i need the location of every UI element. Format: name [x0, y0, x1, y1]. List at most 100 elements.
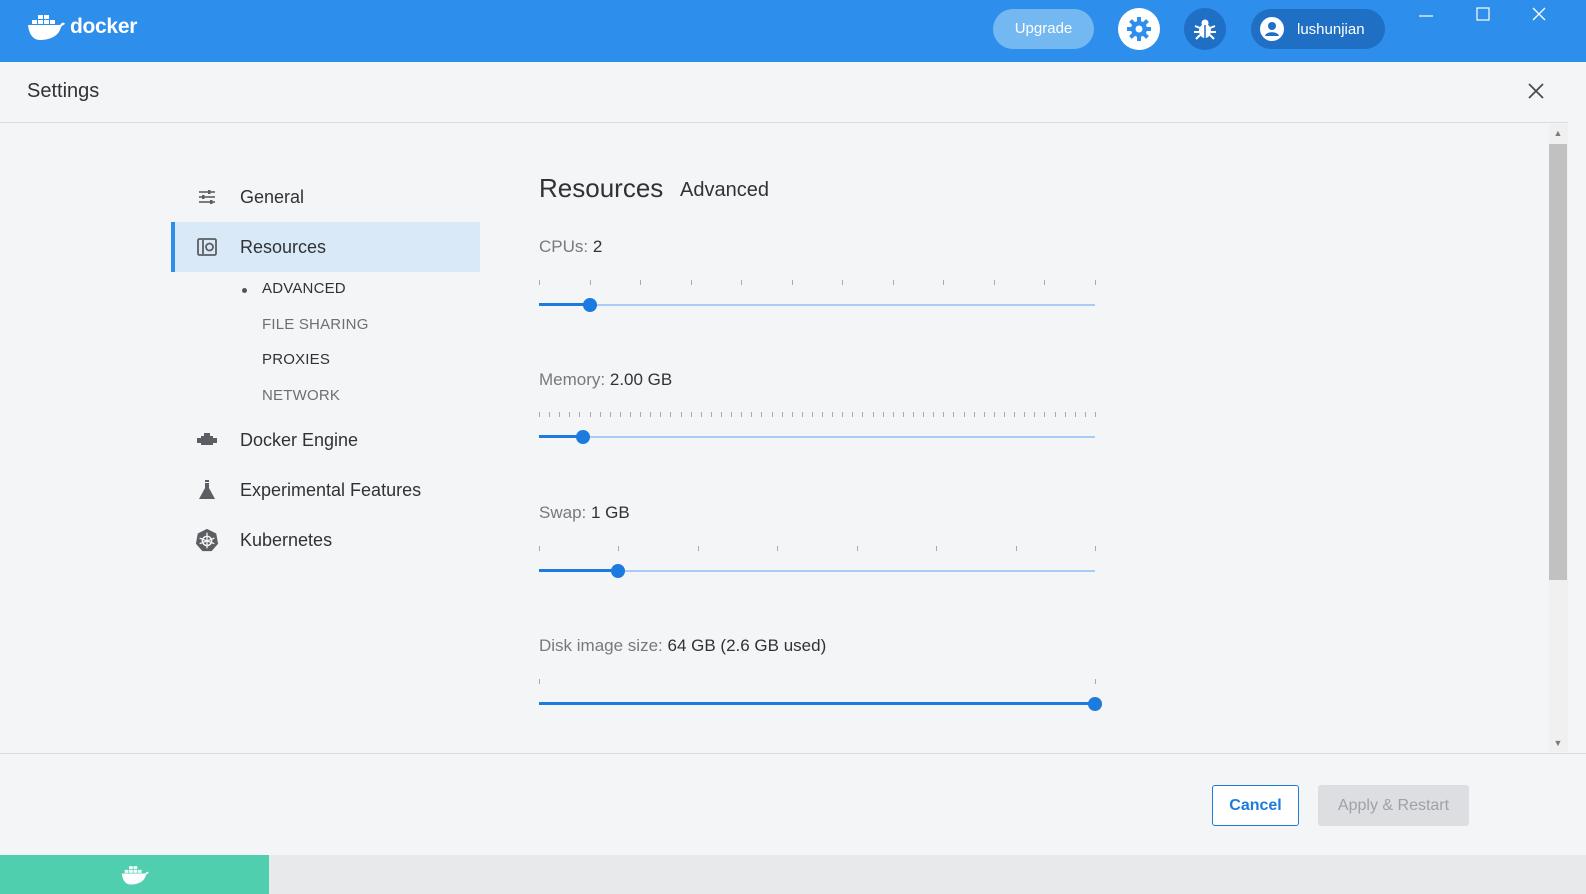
slider-tick — [650, 412, 652, 417]
settings-header: Settings — [0, 62, 1568, 123]
slider-tick — [1034, 412, 1036, 417]
slider-tick — [619, 412, 621, 417]
scrollbar-thumb[interactable] — [1549, 144, 1567, 580]
slider-tick — [832, 412, 834, 417]
swap-value: 1 GB — [590, 503, 630, 522]
slider-tick — [842, 412, 844, 417]
settings-close-button[interactable] — [1524, 79, 1548, 103]
slider-tick — [741, 280, 743, 285]
slider-tick — [993, 412, 995, 417]
slider-tick — [1024, 412, 1026, 417]
slider-tick — [856, 546, 858, 551]
slider-thumb[interactable] — [1088, 697, 1102, 711]
swap-slider[interactable] — [539, 546, 1096, 586]
sidebar-item-resources[interactable]: Resources — [171, 222, 480, 272]
cpus-slider[interactable] — [539, 280, 1096, 320]
slider-tick — [599, 412, 601, 417]
user-icon — [1260, 17, 1284, 41]
window-close-button[interactable] — [1525, 2, 1553, 26]
slider-tick — [670, 412, 672, 417]
scroll-up-arrow[interactable]: ▲ — [1553, 128, 1563, 138]
logo-text: docker — [70, 15, 138, 38]
page-title: Settings — [27, 80, 100, 102]
subnav-network[interactable]: NETWORK — [262, 387, 340, 404]
subnav-proxies[interactable]: PROXIES — [262, 351, 330, 368]
slider-tick — [660, 412, 662, 417]
bug-icon — [1194, 19, 1216, 40]
cpus-value: 2 — [592, 237, 603, 256]
slider-tick — [1095, 280, 1096, 285]
troubleshoot-button[interactable] — [1184, 8, 1226, 50]
slider-tick — [539, 280, 540, 285]
slider-tick — [862, 412, 864, 417]
minimize-icon — [1419, 15, 1433, 17]
slider-tick — [993, 280, 995, 285]
slider-tick — [1054, 412, 1056, 417]
resources-icon — [195, 235, 219, 259]
sidebar-item-general[interactable]: General — [171, 172, 480, 222]
subnav-file-sharing[interactable]: FILE SHARING — [262, 316, 369, 333]
slider-tick — [761, 412, 763, 417]
engine-icon — [195, 428, 219, 452]
apply-restart-button[interactable]: Apply & Restart — [1318, 785, 1469, 826]
slider-tick — [690, 412, 692, 417]
minimize-button[interactable] — [1412, 2, 1440, 26]
slider-tick — [1095, 412, 1096, 417]
subnav-advanced[interactable]: ADVANCED — [262, 280, 346, 297]
slider-tick — [771, 412, 773, 417]
active-bullet — [242, 288, 247, 293]
sidebar-item-label: Resources — [240, 236, 327, 257]
memory-value: 2.00 GB — [609, 370, 673, 389]
slider-tick — [751, 412, 753, 417]
account-button[interactable]: lushunjian — [1251, 9, 1385, 49]
whale-icon — [28, 15, 65, 40]
slider-tick — [741, 412, 743, 417]
memory-slider[interactable] — [539, 412, 1096, 452]
slider-fill — [539, 569, 619, 572]
sliders-icon — [195, 185, 219, 209]
docker-status-indicator[interactable] — [0, 855, 269, 894]
slider-tick — [811, 412, 813, 417]
cancel-button[interactable]: Cancel — [1212, 785, 1299, 826]
slider-thumb[interactable] — [576, 430, 591, 444]
slider-tick — [923, 412, 925, 417]
slider-tick — [697, 546, 699, 551]
slider-thumb[interactable] — [611, 564, 626, 578]
username-label: lushunjian — [1297, 20, 1365, 38]
docker-logo: docker — [26, 12, 137, 42]
slider-tick — [983, 412, 985, 417]
sidebar-item-experimental[interactable]: Experimental Features — [171, 465, 480, 515]
slider-tick — [791, 280, 793, 285]
slider-tick — [953, 412, 955, 417]
slider-tick — [569, 412, 571, 417]
sidebar-item-label: Experimental Features — [240, 479, 422, 500]
upgrade-button[interactable]: Upgrade — [993, 9, 1094, 49]
slider-fill — [539, 702, 1095, 705]
flask-icon — [195, 478, 219, 502]
maximize-button[interactable] — [1469, 2, 1497, 26]
slider-tick — [629, 412, 631, 417]
slider-tick — [1004, 412, 1006, 417]
maximize-icon — [1476, 7, 1490, 21]
slider-tick — [1044, 412, 1046, 417]
settings-button[interactable] — [1118, 8, 1160, 50]
slider-fill — [539, 303, 590, 306]
slider-tick — [700, 412, 702, 417]
slider-tick — [549, 412, 551, 417]
slider-tick — [892, 280, 894, 285]
scroll-down-arrow[interactable]: ▼ — [1553, 738, 1563, 748]
slider-tick — [943, 412, 945, 417]
slider-tick — [559, 412, 561, 417]
slider-tick — [539, 412, 540, 417]
whale-icon — [121, 865, 149, 885]
sidebar-item-label: Kubernetes — [240, 529, 333, 550]
gear-icon — [1127, 17, 1151, 41]
slider-tick — [579, 412, 581, 417]
slider-tick — [640, 412, 642, 417]
disk-slider[interactable] — [539, 679, 1102, 719]
slider-tick — [791, 412, 793, 417]
slider-tick — [781, 412, 783, 417]
sidebar-item-kubernetes[interactable]: Kubernetes — [171, 515, 480, 565]
slider-thumb[interactable] — [582, 298, 597, 312]
sidebar-item-docker-engine[interactable]: Docker Engine — [171, 415, 480, 465]
